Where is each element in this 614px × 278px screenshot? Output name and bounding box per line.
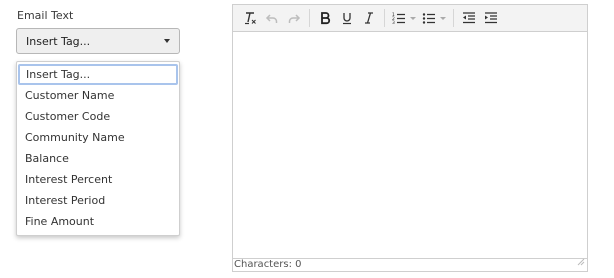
option-interest-period[interactable]: Interest Period xyxy=(17,190,179,211)
email-text-label: Email Text xyxy=(17,9,74,22)
chevron-down-icon xyxy=(164,39,170,43)
rich-text-editor: 1 2 3 Characters: 0 xyxy=(232,4,588,272)
toolbar-divider xyxy=(384,9,385,27)
redo-icon[interactable] xyxy=(283,7,305,29)
svg-text:3: 3 xyxy=(392,20,395,25)
option-interest-percent[interactable]: Interest Percent xyxy=(17,169,179,190)
resize-grip-icon[interactable] xyxy=(577,258,585,270)
insert-tag-select[interactable]: Insert Tag... xyxy=(16,28,180,54)
editor-status-bar: Characters: 0 xyxy=(233,258,587,271)
toolbar-divider xyxy=(453,9,454,27)
outdent-icon[interactable] xyxy=(458,7,480,29)
ordered-list-icon[interactable]: 1 2 3 xyxy=(389,7,419,29)
toolbar-divider xyxy=(309,9,310,27)
option-balance[interactable]: Balance xyxy=(17,148,179,169)
clear-formatting-icon[interactable] xyxy=(239,7,261,29)
insert-tag-dropdown-list: Insert Tag... Customer Name Customer Cod… xyxy=(16,61,180,236)
italic-icon[interactable] xyxy=(358,7,380,29)
indent-icon[interactable] xyxy=(480,7,502,29)
character-count: Characters: 0 xyxy=(234,259,302,270)
insert-tag-select-value: Insert Tag... xyxy=(26,34,91,48)
option-fine-amount[interactable]: Fine Amount xyxy=(17,211,179,232)
option-customer-name[interactable]: Customer Name xyxy=(17,85,179,106)
unordered-list-icon[interactable] xyxy=(419,7,449,29)
option-customer-code[interactable]: Customer Code xyxy=(17,106,179,127)
editor-toolbar: 1 2 3 xyxy=(233,5,587,32)
editor-content-area[interactable] xyxy=(233,32,587,258)
option-insert-tag[interactable]: Insert Tag... xyxy=(18,64,178,85)
bold-icon[interactable] xyxy=(314,7,336,29)
underline-icon[interactable] xyxy=(336,7,358,29)
option-community-name[interactable]: Community Name xyxy=(17,127,179,148)
undo-icon[interactable] xyxy=(261,7,283,29)
